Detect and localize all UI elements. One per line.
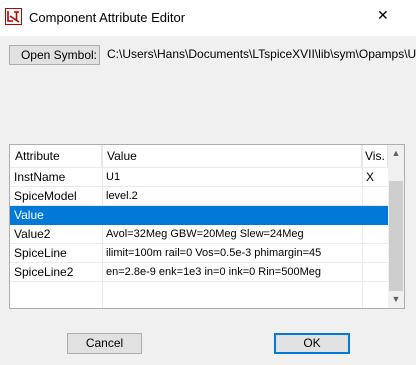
attribute-vis: X [366,170,375,184]
table-row[interactable]: SpiceModel level.2 [10,187,388,206]
ltspice-icon [5,8,22,25]
grid-divider [10,186,388,187]
ok-button[interactable]: OK [274,333,350,354]
close-icon[interactable]: ✕ [377,8,389,22]
grid-divider [10,281,388,282]
attribute-value: ilimit=100m rail=0 Vos=0.5e-3 phimargin=… [106,247,322,259]
attribute-value: level.2 [106,190,138,202]
attribute-grid[interactable]: Attribute Value Vis. InstName U1 X Spice… [9,144,405,309]
attribute-name: SpiceLine2 [14,265,74,279]
attribute-name: SpiceModel [14,189,77,203]
scrollbar-thumb[interactable] [389,181,403,291]
table-row-selected[interactable]: Value [10,206,388,225]
attribute-value: U1 [106,171,121,183]
table-row[interactable]: SpiceLine2 en=2.8e-9 enk=1e3 in=0 ink=0 … [10,263,388,282]
scroll-up-icon[interactable]: ▲ [388,145,404,162]
attribute-name: SpiceLine [14,246,67,260]
table-row[interactable]: InstName U1 X [10,168,388,187]
table-row[interactable]: SpiceLine ilimit=100m rail=0 Vos=0.5e-3 … [10,244,388,263]
attribute-name: Value [14,208,44,222]
symbol-path: C:\Users\Hans\Documents\LTspiceXVII\lib\… [107,47,416,61]
vertical-scrollbar[interactable]: ▲ ▼ [388,145,404,308]
grid-divider [10,262,388,263]
table-row[interactable]: Value2 Avol=32Meg GBW=20Meg Slew=24Meg [10,225,388,244]
column-header-vis[interactable]: Vis. [362,145,388,167]
scroll-down-icon[interactable]: ▼ [388,291,404,308]
column-header-value[interactable]: Value [102,145,362,167]
attribute-value: Avol=32Meg GBW=20Meg Slew=24Meg [106,228,304,240]
attribute-name: InstName [14,170,66,184]
grid-divider [10,243,388,244]
open-symbol-button[interactable]: Open Symbol: [9,45,100,65]
cancel-button[interactable]: Cancel [67,333,142,354]
attribute-value: en=2.8e-9 enk=1e3 in=0 ink=0 Rin=500Meg [106,266,321,278]
column-header-attribute[interactable]: Attribute [10,145,102,167]
attribute-name: Value2 [14,227,51,241]
title-bar: Component Attribute Editor ✕ [0,0,416,36]
grid-divider [10,205,388,206]
window-title: Component Attribute Editor [29,10,186,25]
